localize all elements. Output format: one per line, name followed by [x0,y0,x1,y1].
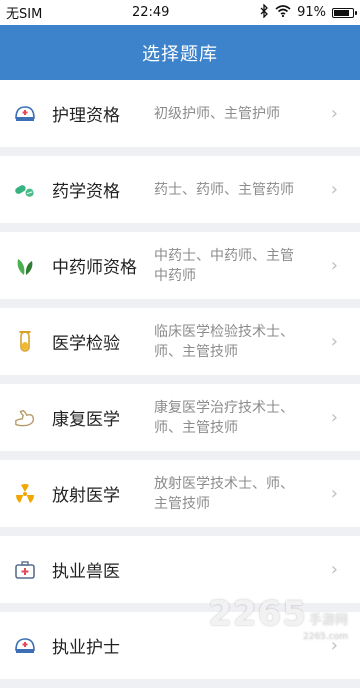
clock-time: 22:49 [131,5,170,20]
pill-capsule-icon [14,179,36,201]
item-name: 护理资格 [52,106,120,126]
item-name: 执业兽医 [52,562,120,582]
battery-percent: 91% [297,5,326,20]
watermark-logo-text: 2265 [208,594,307,634]
list-item-radiology[interactable]: 放射医学 放射医学技术士、师、主管技师 › [0,460,360,527]
chevron-right-icon: › [330,331,338,352]
chevron-right-icon: › [330,559,338,580]
nurse-cap-icon [14,103,36,125]
radiation-icon [14,483,36,505]
watermark-site-name: 手游网 [308,613,348,628]
site-watermark: 2265 手游网 2265.com [208,594,348,642]
herb-leaves-icon [14,255,36,277]
nurse-cap-icon [14,635,36,657]
list-item-lab-medicine[interactable]: 医学检验 临床医学检验技术士、师、主管技师 › [0,308,360,375]
watermark-url: 2265.com [303,632,348,642]
test-tube-icon [14,330,36,353]
item-desc: 药士、药师、主管药师 [154,181,294,198]
chevron-right-icon: › [330,255,338,276]
list-item-nursing[interactable]: 护理资格 初级护师、主管护师 › [0,80,360,147]
list-item-veterinary[interactable]: 执业兽医 › [0,536,360,603]
app-header: 选择题库 [0,25,360,80]
item-desc: 康复医学治疗技术士、师、主管技师 [154,399,294,436]
item-desc: 中药士、中药师、主管中药师 [154,247,294,284]
item-name: 药学资格 [52,182,120,202]
wifi-icon [275,4,291,21]
status-bar: 无SIM 22:49 91% [0,0,360,25]
item-desc: 临床医学检验技术士、师、主管技师 [154,323,294,360]
item-desc: 放射医学技术士、师、主管技师 [154,475,294,512]
page-title: 选择题库 [142,43,218,65]
chevron-right-icon: › [330,179,338,200]
item-name: 中药师资格 [52,258,137,278]
chevron-right-icon: › [330,407,338,428]
item-name: 放射医学 [52,486,120,506]
chevron-right-icon: › [330,103,338,124]
item-name: 医学检验 [52,334,120,354]
list-item-chinese-pharmacy[interactable]: 中药师资格 中药士、中药师、主管中药师 › [0,232,360,299]
medical-kit-icon [14,559,36,581]
chevron-right-icon: › [330,483,338,504]
bluetooth-icon [259,2,269,22]
status-right: 91% [259,2,357,22]
list-item-rehab-medicine[interactable]: 康复医学 康复医学治疗技术士、师、主管技师 › [0,384,360,451]
battery-icon [332,7,357,18]
item-name: 执业护士 [52,638,120,658]
muscle-arm-icon [14,407,36,429]
item-desc: 初级护师、主管护师 [154,105,280,122]
carrier-text: 无SIM [6,7,43,22]
item-name: 康复医学 [52,410,120,430]
list-item-pharmacy[interactable]: 药学资格 药士、药师、主管药师 › [0,156,360,223]
